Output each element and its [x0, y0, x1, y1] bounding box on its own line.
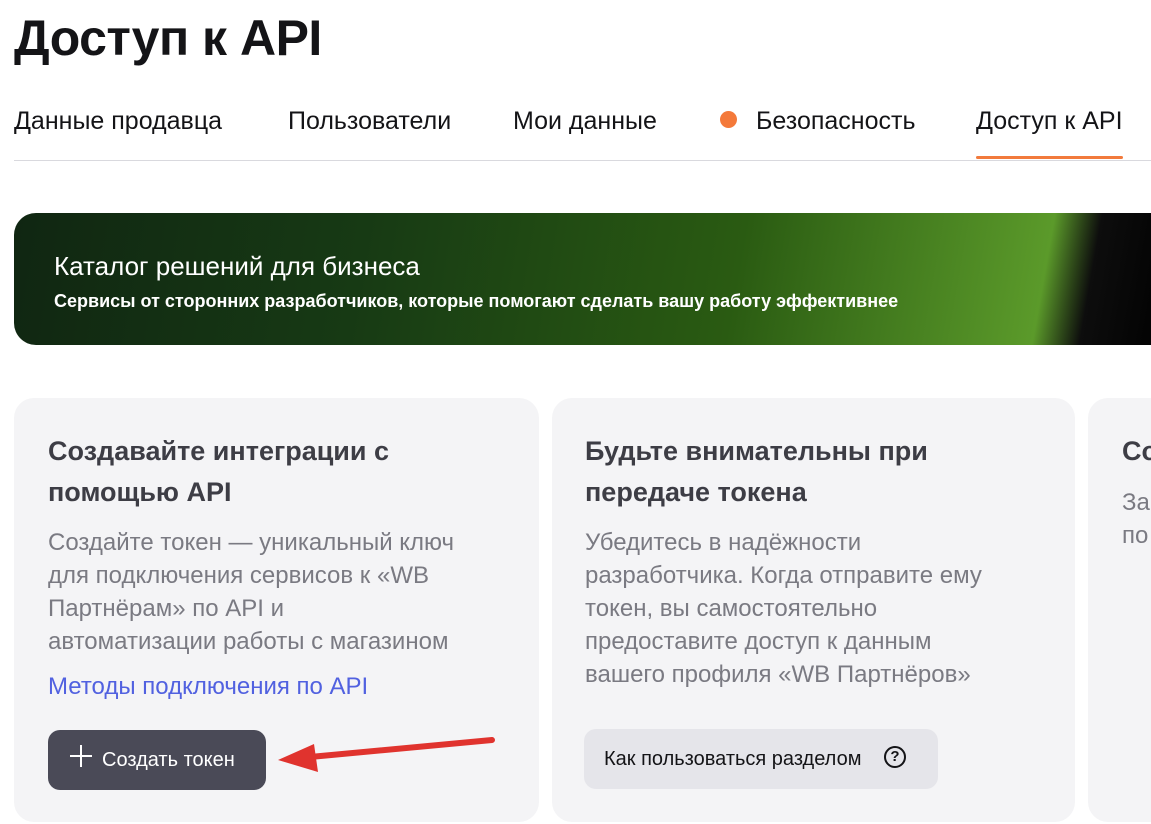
- settings-tabs: Данные продавца Пользователи Мои данные …: [14, 98, 1151, 161]
- card-title-line: передаче токена: [585, 477, 807, 507]
- plus-icon: [70, 745, 92, 767]
- info-card-token-caution: Будьте внимательны при передаче токена У…: [552, 398, 1075, 822]
- page-title: Доступ к API: [14, 10, 322, 66]
- card-title-line: Будьте внимательны при: [585, 436, 928, 466]
- tab-users[interactable]: Пользователи: [288, 106, 451, 136]
- card-text-line: Партнёрам» по API и: [48, 595, 284, 622]
- how-to-use-section-button[interactable]: Как пользоваться разделом ?: [584, 729, 938, 789]
- create-token-label: Создать токен: [102, 749, 235, 771]
- tab-api-access[interactable]: Доступ к API: [976, 106, 1123, 159]
- info-card-partial: Со За по: [1088, 398, 1151, 822]
- card-text-line: по: [1122, 522, 1149, 549]
- tab-seller-data[interactable]: Данные продавца: [14, 106, 222, 136]
- tab-security[interactable]: Безопасность: [756, 106, 915, 136]
- card-text-line: Убедитесь в надёжности: [585, 529, 862, 556]
- banner-subtitle: Сервисы от сторонних разработчиков, кото…: [54, 291, 899, 311]
- how-to-use-label: Как пользоваться разделом: [604, 748, 862, 770]
- card-text-line: токен, вы самостоятельно: [585, 595, 878, 622]
- card-text-line: разработчика. Когда отправите ему: [585, 562, 982, 589]
- annotation-arrow: [278, 737, 495, 772]
- card-text-line: предоставите доступ к данным: [585, 628, 932, 655]
- card-text-line: Создайте токен — уникальный ключ: [48, 529, 455, 556]
- card-text-line: автоматизации работы с магазином: [48, 628, 449, 655]
- card-text-line: За: [1122, 489, 1150, 516]
- card-title-line: помощью API: [48, 477, 232, 507]
- create-token-button[interactable]: Создать токен: [48, 730, 266, 790]
- card-text-line: для подключения сервисов к «WB: [48, 562, 429, 589]
- card-title-line: Создавайте интеграции с: [48, 436, 390, 466]
- banner-title: Каталог решений для бизнеса: [54, 251, 420, 281]
- tab-my-data[interactable]: Мои данные: [513, 106, 657, 136]
- help-icon: ?: [884, 746, 906, 768]
- card-title-line: Со: [1122, 436, 1151, 466]
- api-methods-link[interactable]: Методы подключения по API: [48, 672, 368, 702]
- card-text-line: вашего профиля «WB Партнёров»: [585, 661, 971, 688]
- business-catalog-banner[interactable]: Каталог решений для бизнеса Сервисы от с…: [14, 213, 1151, 345]
